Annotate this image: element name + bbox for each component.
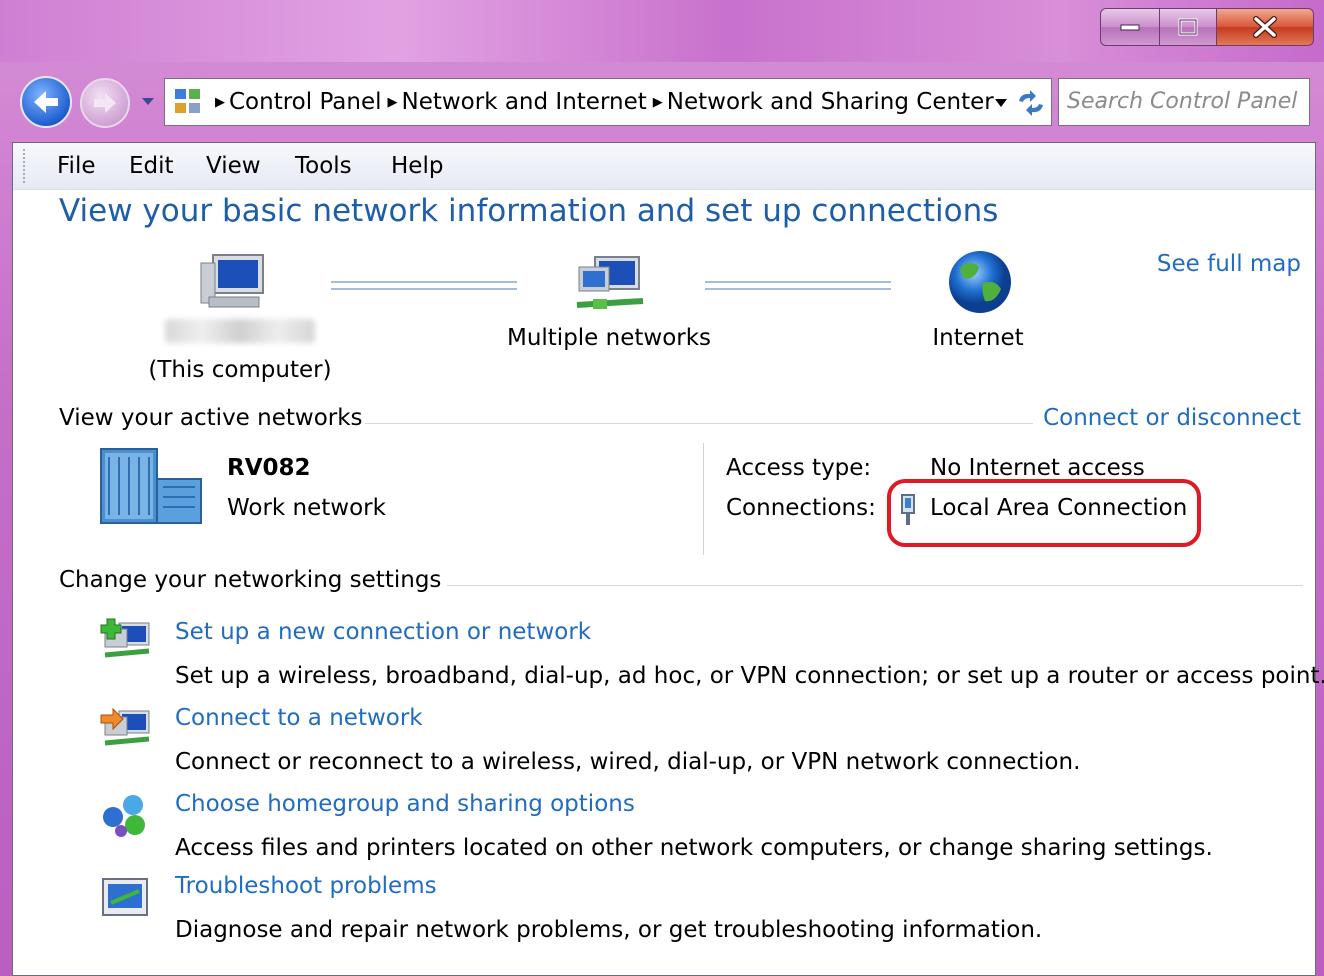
this-computer-label: (This computer)	[148, 357, 332, 383]
multiple-networks-icon	[576, 256, 644, 309]
close-icon	[1253, 16, 1277, 38]
chevron-down-icon	[995, 99, 1007, 107]
homegroup-icon	[103, 795, 145, 837]
breadcrumb-separator-icon: ▶	[652, 94, 663, 110]
breadcrumb-separator-icon: ▶	[215, 94, 225, 110]
minimize-button[interactable]	[1100, 8, 1160, 46]
homegroup-sharing-link[interactable]: Choose homegroup and sharing options	[175, 791, 635, 817]
title-bar	[0, 0, 1324, 62]
control-panel-icon	[175, 89, 200, 113]
troubleshoot-desc: Diagnose and repair network problems, or…	[175, 917, 1043, 943]
content-pane: File Edit View Tools Help View your basi…	[12, 142, 1324, 976]
troubleshoot-icon	[102, 878, 148, 916]
this-computer-name	[145, 319, 335, 349]
navigation-bar: ▶ Control Panel ▶ Network and Internet ▶…	[0, 62, 1324, 142]
connect-to-network-desc: Connect or reconnect to a wireless, wire…	[175, 749, 1081, 775]
recent-pages-dropdown[interactable]	[138, 92, 158, 112]
maximize-button[interactable]	[1160, 8, 1217, 46]
breadcrumb-network-and-sharing-center[interactable]: Network and Sharing Center	[667, 89, 994, 115]
internet-label: Internet	[932, 325, 1024, 351]
back-button[interactable]	[20, 76, 72, 128]
vertical-divider	[703, 443, 704, 555]
breadcrumb-network-and-internet[interactable]: Network and Internet	[402, 89, 647, 115]
connect-to-network-link[interactable]: Connect to a network	[175, 705, 423, 731]
forward-arrow-icon	[94, 93, 116, 113]
back-arrow-icon	[34, 91, 58, 113]
network-name: RV082	[227, 455, 311, 481]
refresh-icon	[1019, 90, 1043, 116]
breadcrumb-control-panel[interactable]: Control Panel	[229, 89, 382, 115]
new-connection-icon	[100, 618, 150, 658]
breadcrumb-separator-icon: ▶	[387, 94, 398, 110]
computer-name-redacted	[165, 319, 315, 343]
search-input[interactable]: Search Control Panel	[1058, 78, 1310, 126]
connection-line	[331, 281, 517, 290]
page-title: View your basic network information and …	[59, 193, 999, 229]
this-computer-icon	[200, 254, 264, 308]
menu-bar: File Edit View Tools Help	[13, 143, 1315, 190]
refresh-button[interactable]	[1015, 87, 1047, 119]
address-bar[interactable]: ▶ Control Panel ▶ Network and Internet ▶…	[164, 78, 1052, 126]
section-divider	[365, 423, 1033, 424]
minimize-icon	[1120, 24, 1140, 31]
network-type-link[interactable]: Work network	[227, 495, 386, 521]
breadcrumb: ▶ Control Panel ▶ Network and Internet ▶…	[209, 79, 994, 125]
see-full-map-link[interactable]: See full map	[1157, 251, 1301, 277]
chevron-down-icon	[142, 98, 154, 105]
menu-help[interactable]: Help	[391, 143, 443, 189]
maximize-icon	[1178, 18, 1198, 36]
connections-label: Connections:	[726, 495, 876, 521]
menu-file[interactable]: File	[57, 143, 96, 189]
change-settings-heading: Change your networking settings	[59, 567, 442, 593]
troubleshoot-link[interactable]: Troubleshoot problems	[175, 873, 437, 899]
setup-new-connection-link[interactable]: Set up a new connection or network	[175, 619, 591, 645]
connection-line	[705, 281, 891, 290]
homegroup-sharing-desc: Access files and printers located on oth…	[175, 835, 1213, 861]
section-divider	[447, 585, 1303, 586]
highlight-circle	[887, 479, 1201, 547]
multiple-networks-label: Multiple networks	[506, 325, 712, 351]
work-network-building-icon	[100, 448, 202, 524]
menu-grip	[23, 149, 29, 183]
access-type-value: No Internet access	[930, 455, 1145, 481]
menu-tools[interactable]: Tools	[295, 143, 352, 189]
menu-view[interactable]: View	[206, 143, 261, 189]
address-dropdown-button[interactable]	[991, 93, 1011, 113]
menu-edit[interactable]: Edit	[129, 143, 174, 189]
caption-buttons	[1100, 8, 1314, 46]
setup-new-connection-desc: Set up a wireless, broadband, dial-up, a…	[175, 663, 1324, 689]
access-type-label: Access type:	[726, 455, 872, 481]
forward-button[interactable]	[80, 78, 130, 128]
close-button[interactable]	[1217, 8, 1314, 46]
connect-to-network-icon	[100, 707, 150, 746]
internet-globe-icon	[949, 251, 1011, 313]
window: ▶ Control Panel ▶ Network and Internet ▶…	[0, 0, 1324, 976]
active-networks-heading: View your active networks	[59, 405, 363, 431]
connect-or-disconnect-link[interactable]: Connect or disconnect	[1043, 405, 1301, 431]
